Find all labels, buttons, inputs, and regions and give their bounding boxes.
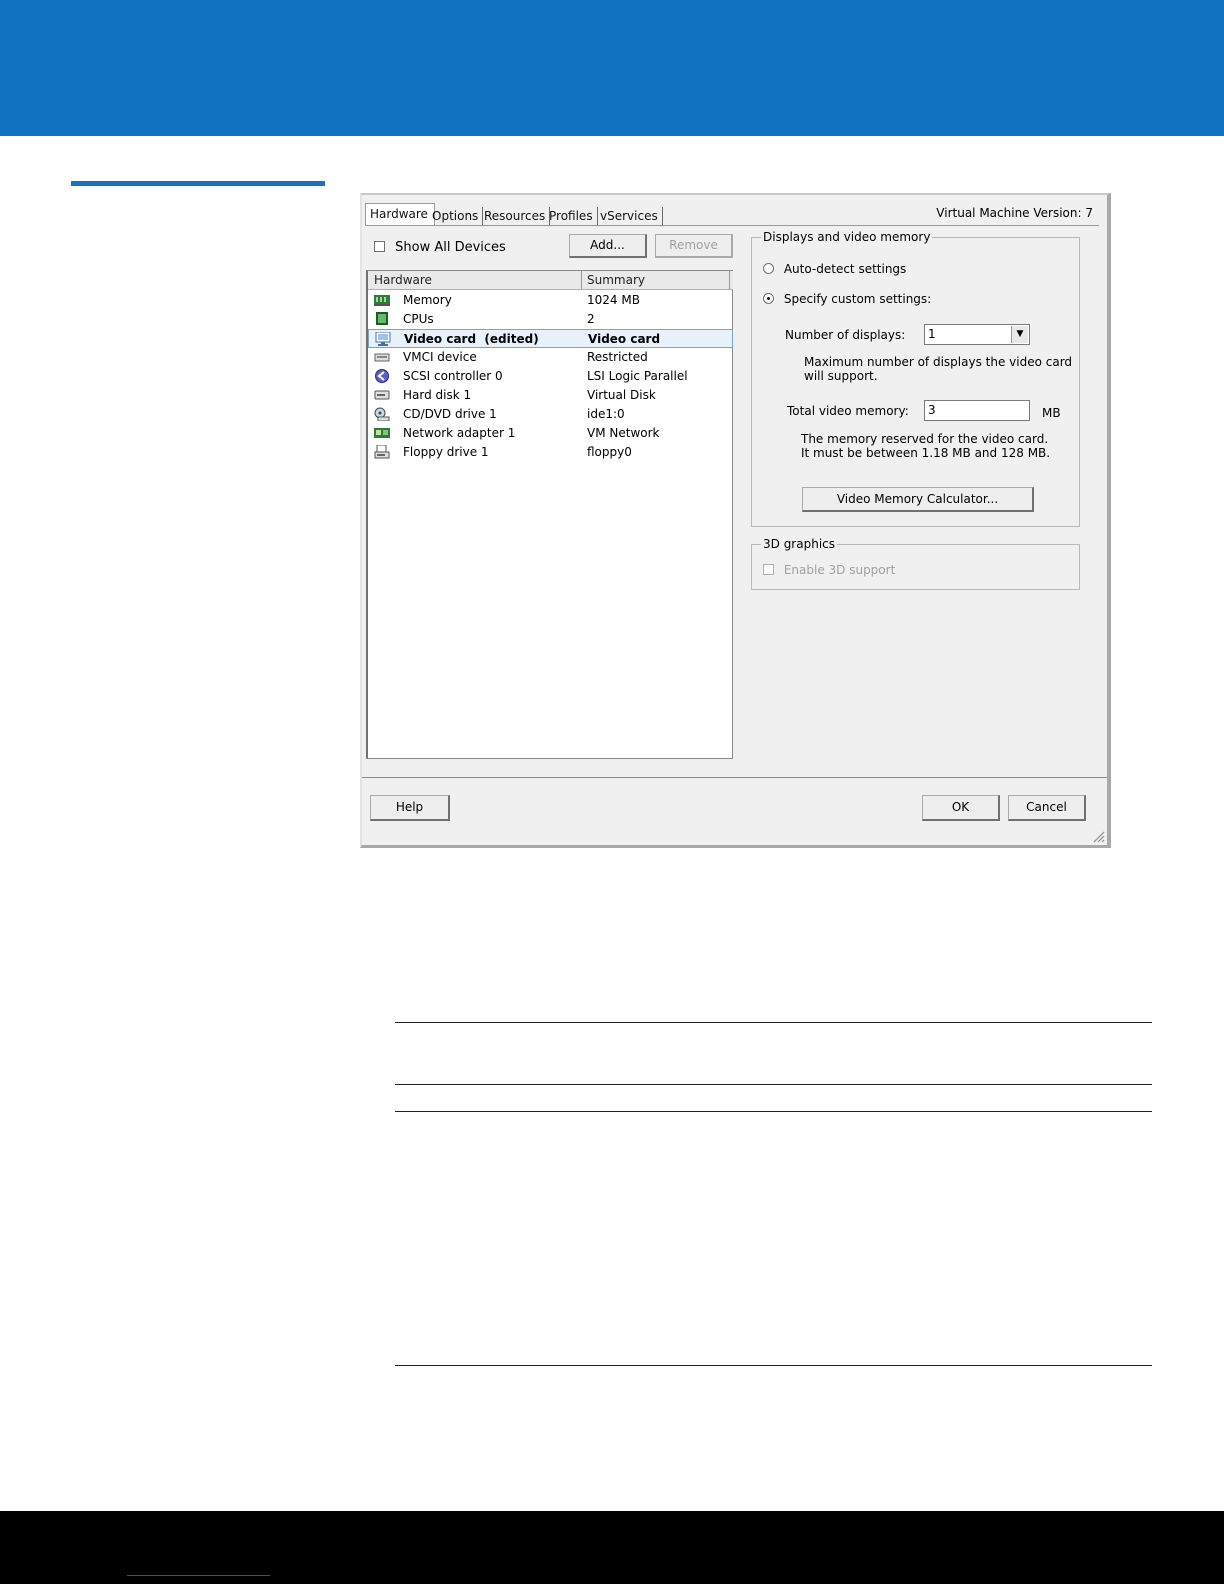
displays-video-memory-group: Displays and video memory Auto-detect se… bbox=[751, 230, 1080, 527]
table-row[interactable]: VMCI device Restricted bbox=[368, 348, 733, 367]
network-adapter-icon bbox=[374, 428, 390, 438]
table-row-selected[interactable]: Video card (edited) Video card bbox=[368, 329, 733, 348]
max-displays-note-line: Maximum number of displays the video car… bbox=[804, 355, 1073, 369]
scsi-controller-icon bbox=[375, 369, 389, 383]
custom-settings-radio[interactable] bbox=[763, 293, 774, 304]
column-separator[interactable] bbox=[729, 271, 730, 289]
show-all-devices-checkbox[interactable] bbox=[374, 241, 385, 252]
row-summary: floppy0 bbox=[587, 445, 632, 459]
table-row[interactable]: Memory 1024 MB bbox=[368, 291, 733, 310]
tab-resources[interactable]: Resources bbox=[480, 207, 551, 225]
custom-settings-option[interactable]: Specify custom settings: bbox=[763, 292, 931, 306]
row-name: SCSI controller 0 bbox=[403, 369, 503, 383]
remove-button[interactable]: Remove bbox=[655, 234, 733, 258]
column-header-hardware[interactable]: Hardware bbox=[374, 273, 432, 287]
custom-settings-label: Specify custom settings: bbox=[783, 292, 932, 306]
group-title: 3D graphics bbox=[761, 537, 837, 551]
horizontal-rule bbox=[395, 1365, 1152, 1366]
help-button[interactable]: Help bbox=[370, 795, 450, 821]
tab-profiles[interactable]: Profiles bbox=[545, 207, 598, 225]
footer-separator bbox=[362, 777, 1107, 778]
tab-hardware[interactable]: Hardware bbox=[365, 203, 435, 226]
enable-3d-option[interactable]: Enable 3D support bbox=[763, 563, 895, 577]
page-header-banner bbox=[0, 0, 1224, 136]
table-row[interactable]: CPUs 2 bbox=[368, 310, 733, 329]
floppy-drive-icon bbox=[374, 445, 390, 459]
device-icon bbox=[374, 353, 390, 362]
auto-detect-label: Auto-detect settings bbox=[783, 262, 907, 276]
num-displays-select[interactable]: 1 ▼ bbox=[924, 324, 1030, 345]
show-all-devices[interactable]: Show All Devices bbox=[374, 240, 506, 255]
horizontal-rule bbox=[395, 1084, 1152, 1085]
table-row[interactable]: CD/DVD drive 1 ide1:0 bbox=[368, 405, 733, 424]
memory-unit-label: MB bbox=[1042, 406, 1061, 420]
tab-divider bbox=[365, 225, 1099, 226]
cd-drive-icon bbox=[374, 407, 390, 421]
row-summary: 1024 MB bbox=[587, 293, 640, 307]
row-summary: Virtual Disk bbox=[587, 388, 656, 402]
table-row[interactable]: Network adapter 1 VM Network bbox=[368, 424, 733, 443]
tab-options[interactable]: Options bbox=[428, 207, 484, 225]
memory-note: The memory reserved for the video card. … bbox=[801, 432, 1050, 460]
cpu-icon bbox=[376, 312, 388, 325]
total-video-memory-input[interactable]: 3 bbox=[924, 400, 1030, 421]
row-summary: VM Network bbox=[587, 426, 660, 440]
row-summary: Video card bbox=[588, 332, 661, 346]
row-name: Network adapter 1 bbox=[403, 426, 516, 440]
enable-3d-label: Enable 3D support bbox=[783, 563, 896, 577]
horizontal-rule bbox=[395, 1022, 1152, 1023]
num-displays-value: 1 bbox=[928, 327, 936, 341]
total-video-memory-label: Total video memory: bbox=[787, 404, 909, 418]
hardware-list-header: Hardware Summary bbox=[368, 271, 733, 290]
table-row[interactable]: Hard disk 1 Virtual Disk bbox=[368, 386, 733, 405]
row-summary: Restricted bbox=[587, 350, 648, 364]
resize-grip-icon[interactable] bbox=[1091, 829, 1105, 843]
num-displays-label: Number of displays: bbox=[785, 328, 906, 342]
row-name: VMCI device bbox=[403, 350, 477, 364]
row-summary: 2 bbox=[587, 312, 595, 326]
chevron-down-icon[interactable]: ▼ bbox=[1011, 326, 1028, 343]
footer-link-underline bbox=[127, 1575, 270, 1576]
ok-button[interactable]: OK bbox=[922, 795, 1000, 821]
row-name: Floppy drive 1 bbox=[403, 445, 489, 459]
row-summary: ide1:0 bbox=[587, 407, 625, 421]
max-displays-note-line: will support. bbox=[804, 369, 878, 383]
sidebar-accent-rule bbox=[71, 181, 325, 186]
tab-vservices[interactable]: vServices bbox=[596, 207, 663, 225]
table-row[interactable]: SCSI controller 0 LSI Logic Parallel bbox=[368, 367, 733, 386]
column-header-summary[interactable]: Summary bbox=[587, 273, 645, 287]
memory-icon bbox=[374, 295, 390, 306]
row-name: CPUs bbox=[403, 312, 434, 326]
memory-note-line: It must be between 1.18 MB and 128 MB. bbox=[801, 446, 1051, 460]
video-memory-calculator-button[interactable]: Video Memory Calculator... bbox=[802, 487, 1034, 512]
monitor-icon bbox=[375, 332, 391, 346]
row-name: Memory bbox=[403, 293, 452, 307]
cancel-button[interactable]: Cancel bbox=[1008, 795, 1086, 821]
vm-version-label: Virtual Machine Version: 7 bbox=[936, 206, 1093, 220]
enable-3d-checkbox[interactable] bbox=[763, 564, 774, 575]
3d-graphics-group: 3D graphics Enable 3D support bbox=[751, 537, 1080, 590]
auto-detect-radio[interactable] bbox=[763, 263, 774, 274]
show-all-devices-label: Show All Devices bbox=[395, 240, 506, 255]
row-summary: LSI Logic Parallel bbox=[587, 369, 688, 383]
horizontal-rule bbox=[395, 1111, 1152, 1112]
column-separator[interactable] bbox=[581, 271, 582, 289]
memory-note-line: The memory reserved for the video card. bbox=[801, 432, 1049, 446]
page-footer bbox=[0, 1511, 1224, 1584]
row-name: Hard disk 1 bbox=[403, 388, 472, 402]
vm-properties-dialog: Hardware Options Resources Profiles vSer… bbox=[360, 193, 1111, 848]
max-displays-note: Maximum number of displays the video car… bbox=[804, 355, 1072, 383]
row-name: CD/DVD drive 1 bbox=[403, 407, 497, 421]
add-button[interactable]: Add... bbox=[569, 234, 647, 258]
hardware-list[interactable]: Hardware Summary Memory 1024 MB CPUs 2 V… bbox=[366, 270, 733, 759]
hard-disk-icon bbox=[374, 390, 390, 400]
auto-detect-option[interactable]: Auto-detect settings bbox=[763, 262, 906, 276]
group-title: Displays and video memory bbox=[761, 230, 933, 244]
table-row[interactable]: Floppy drive 1 floppy0 bbox=[368, 443, 733, 462]
row-name: Video card (edited) bbox=[404, 332, 539, 346]
